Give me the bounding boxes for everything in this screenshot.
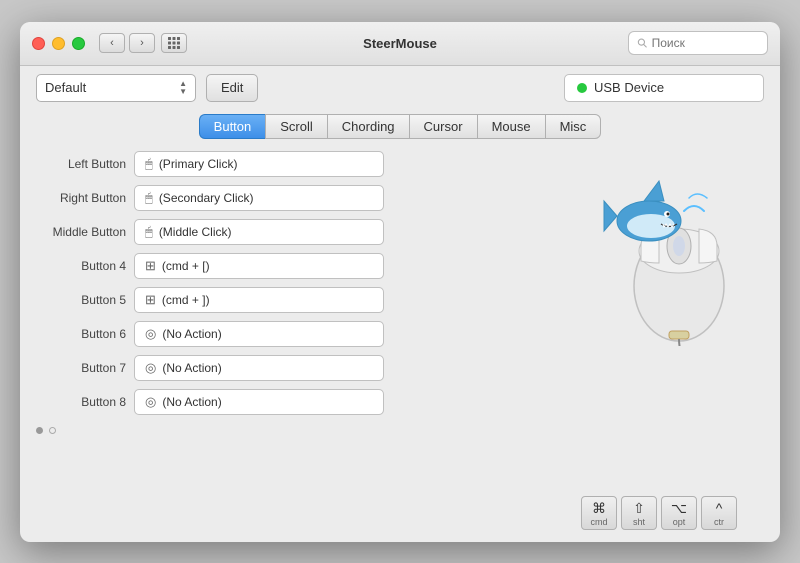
grid-icon: ⊞ — [145, 258, 156, 274]
circle-icon: ◎ — [145, 360, 156, 376]
left-button-label: Left Button — [36, 157, 126, 171]
list-item: Right Button 🖱 (Secondary Click) — [36, 185, 544, 211]
mouse-icon: 🖱 — [145, 224, 153, 240]
toolbar: Default ▲ ▼ Edit USB Device — [20, 66, 780, 110]
mouse-icon: 🖱 — [145, 156, 153, 172]
tabs-row: Button Scroll Chording Cursor Mouse Misc — [20, 110, 780, 147]
button-list: Left Button 🖱 (Primary Click) Right Butt… — [36, 151, 544, 534]
shift-symbol: ⇧ — [633, 501, 645, 515]
button7-label: Button 7 — [36, 361, 126, 375]
opt-label: opt — [673, 517, 686, 527]
tab-cursor[interactable]: Cursor — [409, 114, 477, 139]
right-button-label: Right Button — [36, 191, 126, 205]
shift-key[interactable]: ⇧ sht — [621, 496, 657, 530]
list-item: Button 7 ◎ (No Action) — [36, 355, 544, 381]
button4-label: Button 4 — [36, 259, 126, 273]
list-item: Button 8 ◎ (No Action) — [36, 389, 544, 415]
search-bar[interactable] — [628, 31, 768, 55]
search-input[interactable] — [652, 36, 759, 50]
traffic-lights — [32, 37, 85, 50]
main-window: ‹ › SteerMouse — [20, 22, 780, 542]
cmd-symbol: ⌘ — [592, 501, 606, 515]
modifier-keys: ⌘ cmd ⇧ sht ⌥ opt ^ ctr — [581, 496, 737, 530]
right-panel: ⌘ cmd ⇧ sht ⌥ opt ^ ctr — [554, 151, 764, 534]
mouse-icon: 🖱 — [145, 190, 153, 206]
opt-key[interactable]: ⌥ opt — [661, 496, 697, 530]
edit-button[interactable]: Edit — [206, 74, 258, 102]
right-button-value: (Secondary Click) — [159, 191, 254, 205]
circle-icon: ◎ — [145, 326, 156, 342]
content-area: Left Button 🖱 (Primary Click) Right Butt… — [20, 147, 780, 542]
ctrl-key[interactable]: ^ ctr — [701, 496, 737, 530]
circle-icon: ◎ — [145, 394, 156, 410]
dot-1 — [36, 427, 43, 434]
opt-symbol: ⌥ — [671, 501, 687, 515]
title-bar: ‹ › SteerMouse — [20, 22, 780, 66]
tab-scroll[interactable]: Scroll — [265, 114, 327, 139]
profile-dropdown-value: Default — [45, 80, 86, 95]
dropdown-arrows-icon: ▲ ▼ — [179, 80, 187, 96]
right-button-field[interactable]: 🖱 (Secondary Click) — [134, 185, 384, 211]
tab-button[interactable]: Button — [199, 114, 266, 139]
middle-button-label: Middle Button — [36, 225, 126, 239]
left-button-value: (Primary Click) — [159, 157, 238, 171]
tab-mouse[interactable]: Mouse — [477, 114, 545, 139]
mouse-svg — [569, 156, 749, 346]
usb-device-indicator: USB Device — [564, 74, 764, 102]
list-item: Middle Button 🖱 (Middle Click) — [36, 219, 544, 245]
middle-button-value: (Middle Click) — [159, 225, 232, 239]
maximize-button[interactable] — [72, 37, 85, 50]
button6-label: Button 6 — [36, 327, 126, 341]
forward-button[interactable]: › — [129, 33, 155, 53]
close-button[interactable] — [32, 37, 45, 50]
usb-status-dot — [577, 83, 587, 93]
middle-button-field[interactable]: 🖱 (Middle Click) — [134, 219, 384, 245]
button6-field[interactable]: ◎ (No Action) — [134, 321, 384, 347]
nav-buttons: ‹ › — [99, 33, 155, 53]
usb-device-label: USB Device — [594, 80, 664, 95]
tab-chording[interactable]: Chording — [327, 114, 409, 139]
grid-button[interactable] — [161, 33, 187, 53]
button4-value: (cmd + [) — [162, 259, 210, 273]
grid-icon: ⊞ — [145, 292, 156, 308]
list-item: Left Button 🖱 (Primary Click) — [36, 151, 544, 177]
button5-label: Button 5 — [36, 293, 126, 307]
button7-field[interactable]: ◎ (No Action) — [134, 355, 384, 381]
button8-field[interactable]: ◎ (No Action) — [134, 389, 384, 415]
ctrl-symbol: ^ — [716, 501, 723, 515]
list-item: Button 6 ◎ (No Action) — [36, 321, 544, 347]
back-button[interactable]: ‹ — [99, 33, 125, 53]
button6-value: (No Action) — [162, 327, 221, 341]
button5-field[interactable]: ⊞ (cmd + ]) — [134, 287, 384, 313]
pagination-dots — [36, 423, 544, 438]
minimize-button[interactable] — [52, 37, 65, 50]
shift-label: sht — [633, 517, 645, 527]
profile-dropdown[interactable]: Default ▲ ▼ — [36, 74, 196, 102]
window-title: SteerMouse — [363, 36, 437, 51]
button8-value: (No Action) — [162, 395, 221, 409]
mouse-illustration — [569, 161, 749, 341]
left-button-field[interactable]: 🖱 (Primary Click) — [134, 151, 384, 177]
dot-2 — [49, 427, 56, 434]
button4-field[interactable]: ⊞ (cmd + [) — [134, 253, 384, 279]
cmd-key[interactable]: ⌘ cmd — [581, 496, 617, 530]
list-item: Button 4 ⊞ (cmd + [) — [36, 253, 544, 279]
search-icon — [637, 37, 648, 49]
button7-value: (No Action) — [162, 361, 221, 375]
ctrl-label: ctr — [714, 517, 724, 527]
list-item: Button 5 ⊞ (cmd + ]) — [36, 287, 544, 313]
cmd-label: cmd — [590, 517, 607, 527]
button8-label: Button 8 — [36, 395, 126, 409]
button5-value: (cmd + ]) — [162, 293, 210, 307]
tab-misc[interactable]: Misc — [545, 114, 602, 139]
